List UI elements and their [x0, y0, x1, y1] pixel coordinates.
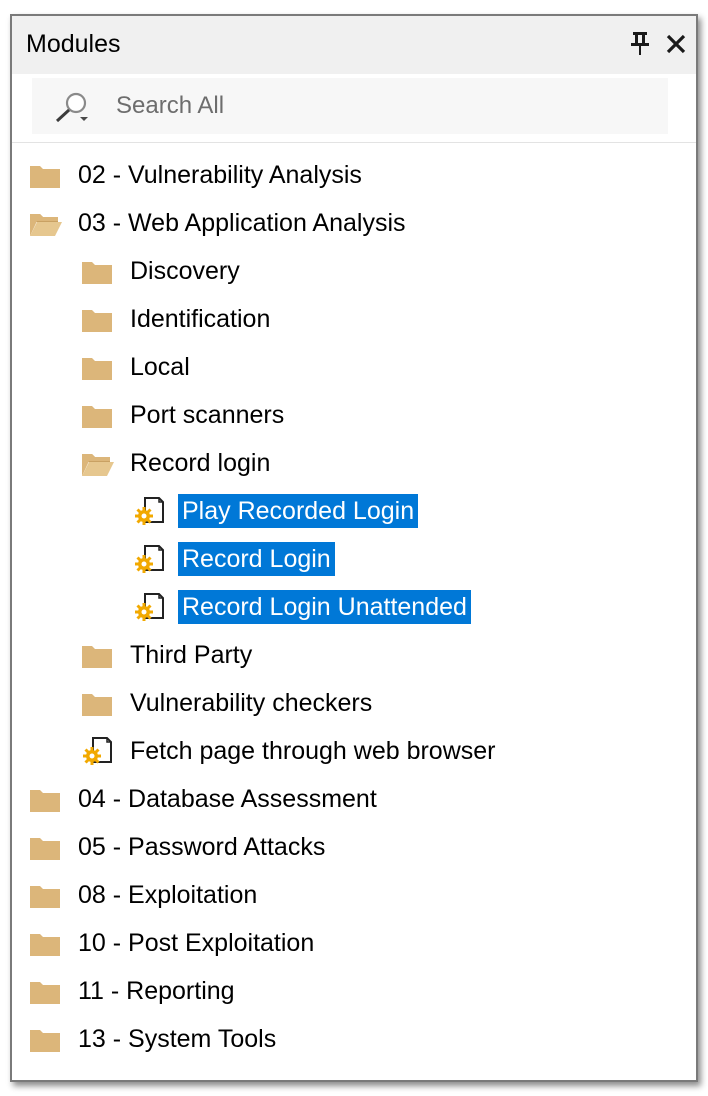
tree-item-label: Record login	[130, 449, 271, 477]
close-button[interactable]	[662, 28, 690, 58]
tree-item-label: Play Recorded Login	[178, 494, 419, 528]
folder-icon	[28, 978, 62, 1006]
tree-item-label: 03 - Web Application Analysis	[78, 209, 406, 237]
search-bar	[32, 78, 668, 134]
tree-item-label: 08 - Exploitation	[78, 881, 258, 909]
folder-icon	[28, 882, 62, 910]
tree-folder-item[interactable]: 05 - Password Attacks	[12, 824, 696, 872]
tree-folder-item[interactable]: 03 - Web Application Analysis	[12, 200, 696, 248]
tree-folder-item[interactable]: Port scanners	[12, 392, 696, 440]
tree-folder-item[interactable]: Vulnerability checkers	[12, 680, 696, 728]
tree-item-label: 02 - Vulnerability Analysis	[78, 161, 362, 189]
panel-titlebar: Modules	[12, 16, 696, 74]
close-icon	[666, 34, 686, 54]
tree-folder-item[interactable]: 13 - System Tools	[12, 1016, 696, 1064]
panel-title: Modules	[26, 30, 121, 58]
tree-folder-item[interactable]: Local	[12, 344, 696, 392]
tree-module-item[interactable]: Fetch page through web browser	[12, 728, 696, 776]
tree-item-label: Port scanners	[130, 401, 285, 429]
tree-folder-item[interactable]: 02 - Vulnerability Analysis	[12, 152, 696, 200]
tree-folder-item[interactable]: Third Party	[12, 632, 696, 680]
tree-item-label: Identification	[130, 305, 271, 333]
tree-item-label: 05 - Password Attacks	[78, 833, 326, 861]
tree-module-item[interactable]: Record Login Unattended	[12, 584, 696, 632]
tree-item-label: 13 - System Tools	[78, 1025, 277, 1053]
folder-icon	[28, 162, 62, 190]
tree-folder-item[interactable]: Discovery	[12, 248, 696, 296]
tree-module-item[interactable]: Play Recorded Login	[12, 488, 696, 536]
tree-item-label: Fetch page through web browser	[130, 737, 496, 765]
tree-item-label: 10 - Post Exploitation	[78, 929, 315, 957]
folder-icon	[80, 402, 114, 430]
folder-icon	[28, 930, 62, 958]
folder-icon	[80, 258, 114, 286]
tree-item-label: 11 - Reporting	[78, 977, 235, 1005]
tree-item-label: Record Login Unattended	[178, 590, 471, 624]
tree-folder-item[interactable]: Identification	[12, 296, 696, 344]
tree-item-label: Discovery	[130, 257, 240, 285]
module-tree: 02 - Vulnerability Analysis 03 - Web Appl…	[12, 152, 696, 1064]
module-gear-icon	[132, 496, 166, 525]
tree-module-item[interactable]: Record Login	[12, 536, 696, 584]
folder-icon	[28, 834, 62, 862]
pin-icon	[631, 32, 649, 55]
folder-icon	[28, 786, 62, 814]
folder-icon	[28, 1026, 62, 1054]
tree-folder-item[interactable]: 08 - Exploitation	[12, 872, 696, 920]
tree-folder-item[interactable]: 04 - Database Assessment	[12, 776, 696, 824]
divider	[12, 142, 696, 143]
search-input[interactable]	[116, 86, 656, 126]
search-icon[interactable]	[50, 90, 94, 124]
folder-open-icon	[28, 210, 62, 238]
folder-icon	[80, 354, 114, 382]
tree-folder-item[interactable]: 10 - Post Exploitation	[12, 920, 696, 968]
module-gear-icon	[80, 736, 114, 765]
module-gear-icon	[132, 592, 166, 621]
tree-item-label: Third Party	[130, 641, 253, 669]
tree-item-label: 04 - Database Assessment	[78, 785, 377, 813]
tree-folder-item[interactable]: Record login	[12, 440, 696, 488]
folder-open-icon	[80, 450, 114, 478]
pin-button[interactable]	[628, 28, 652, 58]
tree-folder-item[interactable]: 11 - Reporting	[12, 968, 696, 1016]
folder-icon	[80, 690, 114, 718]
modules-panel: Modules 02 - Vulnerability Analysis 03 - …	[10, 14, 698, 1082]
folder-icon	[80, 306, 114, 334]
tree-item-label: Record Login	[178, 542, 335, 576]
module-gear-icon	[132, 544, 166, 573]
folder-icon	[80, 642, 114, 670]
tree-item-label: Local	[130, 353, 190, 381]
tree-item-label: Vulnerability checkers	[130, 689, 373, 717]
